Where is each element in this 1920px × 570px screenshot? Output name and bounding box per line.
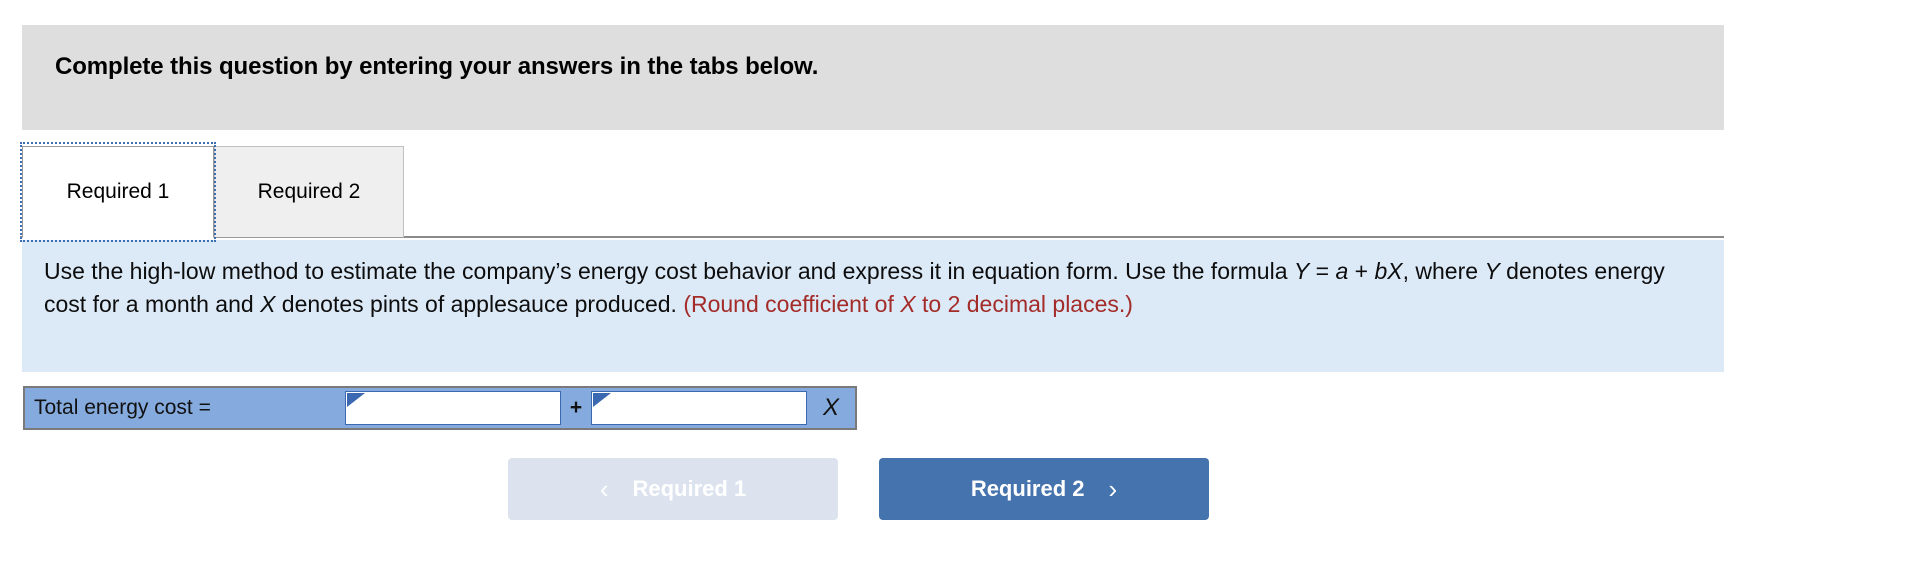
- tab-required-2-label: Required 2: [257, 180, 361, 203]
- instructions-var-a: a: [1335, 258, 1349, 284]
- fixed-cost-input[interactable]: [346, 392, 560, 424]
- tab-navigation: ‹ Required 1 Required 2 ›: [508, 458, 1209, 520]
- variable-rate-input[interactable]: [592, 392, 806, 424]
- instructions-var-y-1: Y: [1293, 258, 1310, 284]
- cell-marker-icon: [593, 393, 611, 407]
- chevron-right-icon: ›: [1108, 474, 1118, 504]
- instructions-paragraph: Use the high-low method to estimate the …: [44, 255, 1702, 321]
- instruction-banner: Complete this question by entering your …: [22, 25, 1724, 130]
- instructions-var-x: X: [260, 291, 276, 317]
- rounding-note-post: to 2 decimal places.): [915, 291, 1133, 317]
- instructions-text-1: Use the high-low method to estimate the …: [44, 258, 1294, 284]
- next-button-label: Required 2: [970, 476, 1085, 501]
- answer-equation-row: Total energy cost = + X: [23, 386, 857, 430]
- rounding-note-var: X: [900, 291, 916, 317]
- question-instructions: Use the high-low method to estimate the …: [22, 240, 1724, 372]
- plus-operator: +: [569, 396, 583, 419]
- chevron-left-icon: ‹: [599, 474, 609, 504]
- banner-title: Complete this question by entering your …: [55, 53, 819, 80]
- next-required-2-button[interactable]: Required 2 ›: [879, 458, 1209, 520]
- instructions-var-y-2: Y: [1484, 258, 1500, 284]
- prev-required-1-button[interactable]: ‹ Required 1: [508, 458, 838, 520]
- instructions-text-4: , where: [1402, 258, 1485, 284]
- instructions-text-3: +: [1348, 258, 1375, 284]
- prev-button-label: Required 1: [632, 476, 747, 501]
- tab-required-1-label: Required 1: [66, 180, 170, 203]
- instructions-var-bx: bX: [1374, 258, 1403, 284]
- instructions-text-6: denotes pints of applesauce produced.: [275, 291, 684, 317]
- fixed-cost-cell[interactable]: [345, 391, 561, 425]
- answer-row-label: Total energy cost =: [34, 396, 211, 419]
- cell-marker-icon: [347, 393, 365, 407]
- variable-rate-cell[interactable]: [591, 391, 807, 425]
- tab-strip: Required 1 Required 2: [20, 142, 1724, 242]
- rounding-note-pre: (Round coefficient of: [683, 291, 901, 317]
- tab-required-2[interactable]: Required 2: [214, 146, 404, 238]
- variable-x-label: X: [822, 394, 839, 421]
- question-panel: Complete this question by entering your …: [0, 0, 1920, 570]
- instructions-text-2: =: [1309, 258, 1336, 284]
- tab-required-1[interactable]: Required 1: [22, 146, 214, 238]
